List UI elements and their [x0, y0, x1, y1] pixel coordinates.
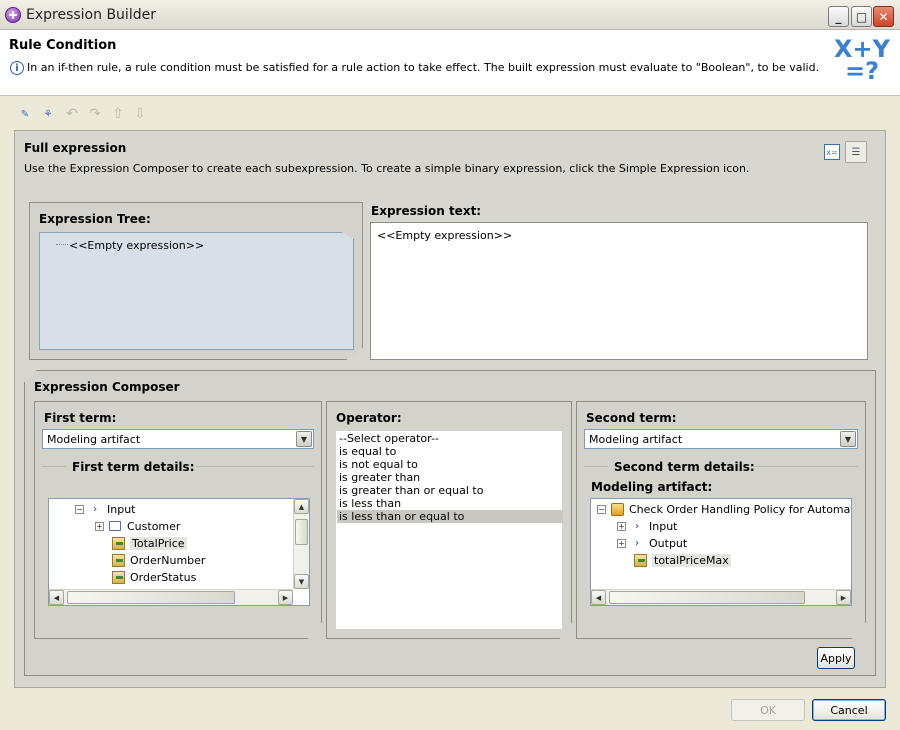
full-expression-title: Full expression: [24, 141, 127, 155]
operator-option[interactable]: is greater than or equal to: [337, 484, 563, 497]
close-button[interactable]: ✕: [873, 6, 894, 27]
tree-item-totalprice[interactable]: TotalPrice: [111, 536, 187, 550]
scroll-up-icon[interactable]: ▲: [294, 499, 309, 514]
tree-empty-node[interactable]: <<Empty expression>>: [69, 239, 204, 252]
tree-connector: [56, 244, 68, 245]
expand-icon[interactable]: +: [95, 521, 104, 531]
scroll-thumb[interactable]: [295, 519, 308, 545]
chevron-right-icon: ›: [634, 537, 640, 549]
simple-expression-icon[interactable]: ✎: [17, 106, 33, 122]
tree-item-label: Output: [649, 536, 688, 550]
field-icon: [111, 570, 125, 584]
expression-logo-icon: X+Y =?: [832, 37, 892, 90]
separator: [196, 466, 314, 467]
second-term-details-label: Second term details:: [614, 460, 755, 474]
scroll-left-icon[interactable]: ◀: [49, 590, 64, 605]
undo-icon: ↶: [66, 106, 78, 122]
redo-icon: ↷: [89, 106, 101, 122]
table-view-icon[interactable]: x=: [824, 144, 840, 160]
second-term-select[interactable]: Modeling artifact ▼: [584, 429, 858, 449]
scroll-down-icon[interactable]: ▼: [294, 574, 309, 589]
operator-label: Operator:: [336, 411, 402, 425]
logo-bottom-text: =?: [844, 57, 880, 85]
collapse-icon[interactable]: −: [75, 504, 84, 514]
operator-option[interactable]: --Select operator--: [337, 432, 563, 445]
tree-item-label: OrderNumber: [130, 553, 206, 567]
header-description: In an if-then rule, a rule condition mus…: [27, 61, 820, 74]
separator: [42, 466, 66, 467]
minimize-button[interactable]: _: [828, 6, 849, 27]
operator-option[interactable]: is greater than: [337, 471, 563, 484]
tree-item-policy[interactable]: − Check Order Handling Policy for Automa…: [597, 502, 851, 516]
cancel-button[interactable]: Cancel: [812, 699, 886, 721]
scroll-right-icon[interactable]: ▶: [836, 590, 851, 605]
tree-item-orderstatus[interactable]: OrderStatus: [111, 570, 196, 584]
tree-item-label: Input: [107, 502, 136, 516]
move-up-icon: ⇧: [112, 106, 124, 122]
chevron-right-icon: ›: [92, 503, 98, 515]
chevron-down-icon[interactable]: ▼: [296, 431, 312, 447]
page-title: Rule Condition: [9, 38, 117, 53]
separator: [584, 466, 608, 467]
tree-item-label: Customer: [127, 519, 181, 533]
collapse-icon[interactable]: −: [597, 504, 606, 514]
horizontal-scrollbar[interactable]: ◀ ▶: [49, 589, 293, 605]
expression-text-area[interactable]: <<Empty expression>>: [370, 222, 868, 360]
horizontal-scrollbar[interactable]: ◀ ▶: [591, 589, 851, 605]
first-term-selected-value: Modeling artifact: [47, 433, 141, 446]
info-icon: i: [10, 61, 24, 75]
compound-expression-icon[interactable]: ⚘: [40, 106, 56, 122]
tree-view-icon[interactable]: ☰: [845, 141, 867, 163]
separator: [752, 466, 858, 467]
operator-option[interactable]: is not equal to: [337, 458, 563, 471]
move-down-icon: ⇩: [134, 106, 146, 122]
ok-button: OK: [731, 699, 805, 721]
expand-icon[interactable]: +: [617, 538, 626, 548]
operator-option[interactable]: is equal to: [337, 445, 563, 458]
tree-item-label: OrderStatus: [130, 570, 197, 584]
scroll-thumb[interactable]: [609, 591, 805, 604]
maximize-button[interactable]: □: [851, 6, 872, 27]
tree-item-input[interactable]: − › Input: [75, 502, 135, 516]
modeling-artifact-label: Modeling artifact:: [591, 480, 713, 494]
policy-icon: [610, 502, 624, 516]
tree-item-input[interactable]: + › Input: [617, 519, 677, 533]
field-icon: [111, 553, 125, 567]
expression-tree-label: Expression Tree:: [39, 212, 151, 226]
first-term-select[interactable]: Modeling artifact ▼: [42, 429, 314, 449]
scroll-thumb[interactable]: [67, 591, 235, 604]
tree-item-label: Input: [649, 519, 678, 533]
second-term-selected-value: Modeling artifact: [589, 433, 683, 446]
first-term-tree[interactable]: − › Input + Customer TotalPrice OrderNum…: [48, 498, 310, 606]
first-term-details-label: First term details:: [72, 460, 195, 474]
operator-option[interactable]: is less than: [337, 497, 563, 510]
expand-icon[interactable]: +: [617, 521, 626, 531]
scroll-left-icon[interactable]: ◀: [591, 590, 606, 605]
field-icon: [633, 553, 647, 567]
vertical-scrollbar[interactable]: ▲ ▼: [293, 499, 309, 589]
expression-text-label: Expression text:: [371, 204, 482, 218]
first-term-label: First term:: [44, 411, 117, 425]
chevron-right-icon: ›: [634, 520, 640, 532]
window-title: Expression Builder: [26, 7, 156, 23]
second-term-label: Second term:: [586, 411, 677, 425]
chevron-down-icon[interactable]: ▼: [840, 431, 856, 447]
full-expression-description: Use the Expression Composer to create ea…: [24, 162, 750, 175]
scroll-right-icon[interactable]: ▶: [278, 590, 293, 605]
operator-list[interactable]: --Select operator-- is equal to is not e…: [335, 430, 563, 630]
tree-item-label: totalPriceMax: [652, 553, 731, 567]
folder-icon: [108, 519, 122, 533]
app-icon: [5, 7, 21, 23]
field-icon: [111, 536, 125, 550]
operator-option-selected[interactable]: is less than or equal to: [337, 510, 563, 523]
tree-item-output[interactable]: + › Output: [617, 536, 687, 550]
apply-button[interactable]: Apply: [817, 647, 855, 669]
tree-item-totalpricemax[interactable]: totalPriceMax: [633, 553, 731, 567]
tree-item-label: Check Order Handling Policy for Automati…: [629, 502, 851, 516]
tree-item-customer[interactable]: + Customer: [95, 519, 180, 533]
tree-item-ordernumber[interactable]: OrderNumber: [111, 553, 205, 567]
expression-composer-label: Expression Composer: [34, 380, 180, 394]
second-term-tree[interactable]: − Check Order Handling Policy for Automa…: [590, 498, 852, 606]
tree-item-label: TotalPrice: [130, 536, 187, 550]
